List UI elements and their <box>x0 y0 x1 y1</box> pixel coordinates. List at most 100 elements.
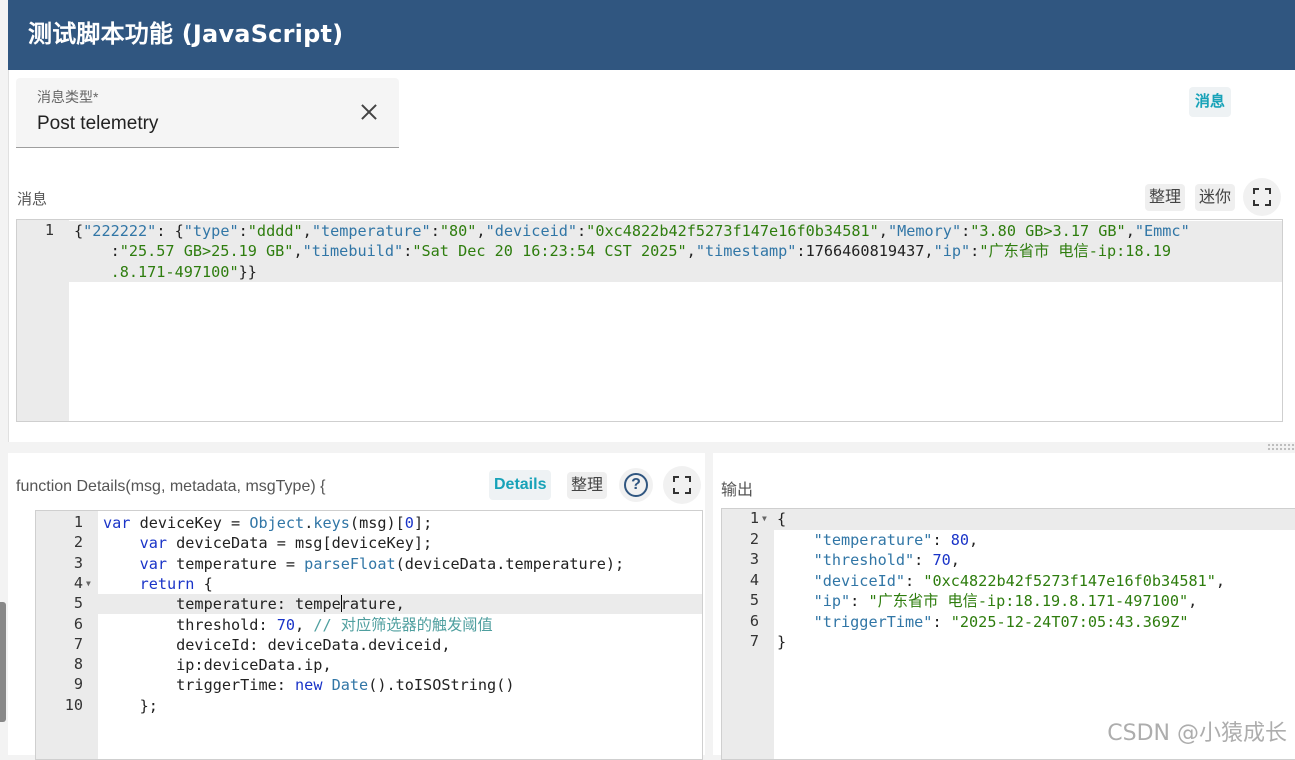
code-token: "temperature" <box>311 222 431 240</box>
code-line: var deviceKey = Object.keys(msg)[0]; <box>103 513 432 533</box>
code-token: : <box>577 222 587 240</box>
code-token: rature, <box>340 595 405 614</box>
code-token: , <box>878 222 888 240</box>
code-line: temperature: temperature, <box>103 594 405 614</box>
code-token: ip:deviceData.ip, <box>103 656 332 675</box>
code-line: ip:deviceData.ip, <box>103 655 332 675</box>
code-token: deviceData = msg[deviceKey]; <box>176 534 433 553</box>
code-line: threshold: 70, // 对应筛选器的触发阈值 <box>103 615 493 635</box>
code-token: "25.57 GB>25.19 GB" <box>119 242 294 261</box>
code-token: { <box>777 510 787 528</box>
code-token: , <box>476 222 486 240</box>
line-number: 7 <box>73 634 83 653</box>
code-line: } <box>777 632 786 653</box>
line-number: 1 <box>73 513 83 531</box>
code-token: "0xc4822b42f5273f147e16f0b34581" <box>586 222 879 240</box>
code-token: // 对应筛选器的触发阈值 <box>313 615 493 634</box>
function-editor[interactable]: 1 2 3 4 ▼ 5 6 7 8 9 10 var deviceKey = Object.keys… <box>35 510 703 760</box>
code-token: "广东省市 电信-ip:18.19 <box>979 242 1172 261</box>
help-button[interactable]: ? <box>619 468 653 502</box>
code-token: , <box>1215 571 1226 590</box>
code-line: .8.171-497100"}} <box>74 262 257 282</box>
message-tidy-button[interactable]: 整理 <box>1145 184 1186 211</box>
code-token: "3.80 GB>3.17 GB" <box>970 222 1126 240</box>
code-token: "temperature" <box>813 530 933 549</box>
message-fullscreen-button[interactable] <box>1243 178 1281 216</box>
page-scrollbar[interactable] <box>0 602 6 722</box>
line-number: 3 <box>73 553 83 572</box>
code-token: } <box>777 633 787 651</box>
fullscreen-icon <box>673 476 691 494</box>
code-token: , <box>686 242 696 261</box>
code-token: Object <box>249 514 305 532</box>
clear-icon[interactable] <box>357 100 381 124</box>
code-token: : <box>403 242 413 261</box>
code-line: deviceId: deviceData.deviceid, <box>103 635 450 655</box>
code-token: }} <box>238 262 257 281</box>
message-type-label: 消息类型* <box>37 89 99 105</box>
line-number: 5 <box>73 594 83 613</box>
code-token: "dddd" <box>247 222 303 240</box>
code-token: "timestamp" <box>695 242 797 261</box>
code-token: "deviceId" <box>813 571 906 590</box>
function-fullscreen-button[interactable] <box>663 466 701 504</box>
code-token: temperature = <box>176 554 305 573</box>
code-token: :1766460819437, <box>796 242 934 261</box>
code-line: { <box>777 509 786 530</box>
code-line: triggerTime: new Date().toISOString() <box>103 675 514 695</box>
code-token: "triggerTime" <box>813 612 933 631</box>
code-token: return <box>139 574 195 593</box>
line-number: 4 <box>749 570 759 589</box>
fold-arrow-icon[interactable]: ▼ <box>86 579 91 588</box>
line-number: 2 <box>749 529 759 548</box>
line-number: 2 <box>73 533 83 552</box>
function-signature: function Details(msg, metadata, msgType)… <box>16 478 326 495</box>
code-line: "temperature": 80, <box>777 530 979 551</box>
code-token: 0 <box>404 514 414 532</box>
code-line: var temperature = parseFloat(deviceData.… <box>103 554 625 574</box>
code-token: .8.171-497100" <box>74 262 239 281</box>
resize-handle[interactable] <box>1267 443 1295 451</box>
message-editor[interactable]: 1 {"222222": {"type":"dddd","temperature… <box>16 219 1283 422</box>
code-token: , <box>1188 592 1198 610</box>
details-button[interactable]: Details <box>489 470 552 500</box>
dialog-title: 测试脚本功能 (JavaScript) <box>28 20 344 48</box>
code-token: "广东省市 电信-ip:18.19.8.171-497100" <box>868 592 1189 610</box>
code-token: temperature: tempe <box>103 595 341 614</box>
code-line: }; <box>103 696 158 716</box>
code-token: "type" <box>183 222 239 240</box>
code-token: triggerTime: <box>103 676 296 695</box>
code-token: : <box>961 222 971 240</box>
code-token: : <box>932 530 951 549</box>
code-token: "timebuild" <box>302 242 404 261</box>
line-number: 6 <box>749 611 759 630</box>
script-test-dialog: 测试脚本功能 (JavaScript) 消息类型* Post telemetry… <box>0 0 1295 760</box>
message-panel: 消息类型* Post telemetry 消息 消息 整理 迷你 1 {"222… <box>8 70 1295 451</box>
message-mini-button[interactable]: 迷你 <box>1195 184 1236 211</box>
message-toggle-button[interactable]: 消息 <box>1188 87 1231 117</box>
code-token: var <box>139 534 177 553</box>
function-tidy-button[interactable]: 整理 <box>567 472 608 499</box>
code-token: , <box>969 530 979 549</box>
watermark: CSDN @小猿成长 <box>1107 721 1287 746</box>
code-line: return { <box>103 574 213 594</box>
code-token: { <box>194 574 213 593</box>
code-token: : <box>238 222 248 240</box>
code-line: var deviceData = msg[deviceKey]; <box>103 533 433 553</box>
line-number: 1 <box>44 221 54 239</box>
code-token: "Emmc" <box>1134 222 1190 240</box>
code-token: : <box>850 592 869 610</box>
fold-arrow-icon[interactable]: ▼ <box>762 514 767 523</box>
code-token: "Memory" <box>887 222 962 240</box>
line-number: 8 <box>73 655 83 674</box>
message-type-select[interactable]: 消息类型* Post telemetry <box>16 78 399 148</box>
line-number: 7 <box>749 632 759 650</box>
code-token: : { <box>156 222 184 240</box>
